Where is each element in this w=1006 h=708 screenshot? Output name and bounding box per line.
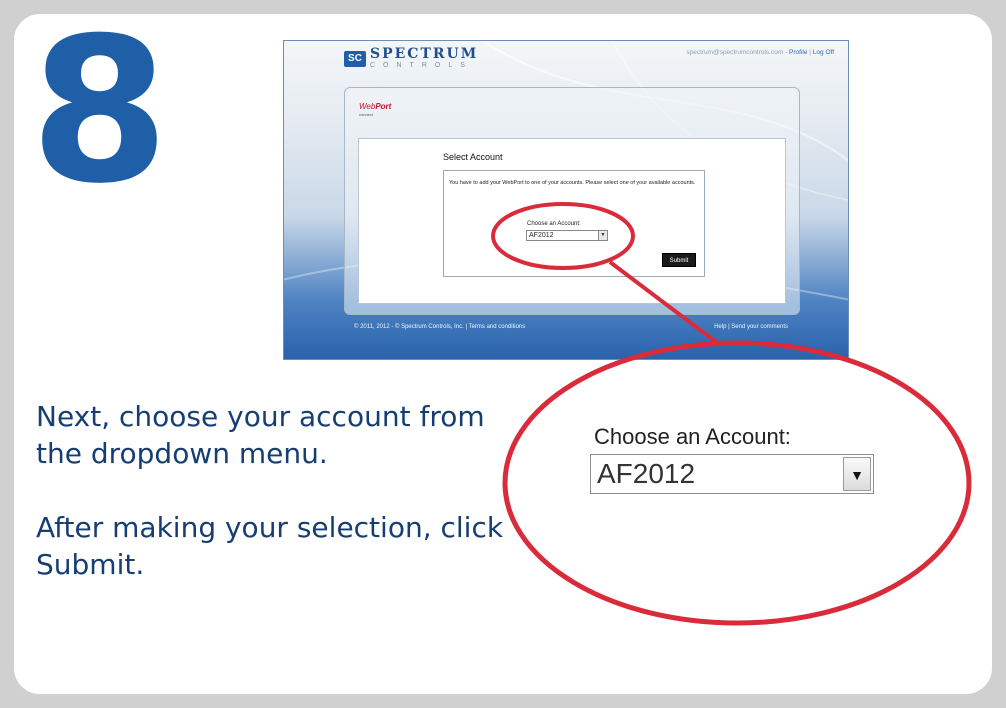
account-message: You have to add your WebPort to one of y… — [449, 180, 696, 186]
webport-screenshot: SC SPECTRUM CONTROLS spectrum@spectrumco… — [283, 40, 849, 360]
chevron-down-icon[interactable]: ▼ — [598, 231, 607, 240]
account-select-value: AF2012 — [529, 232, 554, 239]
zoom-choose-label: Choose an Account: — [594, 424, 791, 449]
chevron-down-icon[interactable]: ▼ — [843, 457, 871, 491]
top-links: spectrum@spectrumcontrols.com - Profile … — [686, 49, 834, 56]
panel-title: Select Account — [443, 152, 503, 162]
footer-copyright: © 2011, 2012 - © Spectrum Controls, Inc.… — [354, 324, 526, 330]
submit-button[interactable]: Submit — [662, 253, 696, 267]
webport-logo: WebPort — [359, 102, 391, 111]
spectrum-brand: SC SPECTRUM CONTROLS — [344, 47, 478, 70]
instructions: Next, choose your account from the dropd… — [36, 398, 506, 620]
portal-frame: WebPort connect Select Account You have … — [344, 87, 800, 315]
webport-logo-web: Web — [359, 102, 376, 111]
zoom-callout: Choose an Account: AF2012 ▼ — [506, 352, 968, 612]
spectrum-logo-icon: SC — [344, 50, 366, 67]
brand-sub: CONTROLS — [370, 62, 473, 69]
step-number: 8 — [30, 0, 170, 228]
account-select[interactable]: AF2012 ▼ — [526, 230, 608, 241]
webport-logo-sub: connect — [359, 112, 374, 117]
zoom-account-value: AF2012 — [597, 458, 696, 489]
select-account-panel: Select Account You have to add your WebP… — [358, 138, 786, 304]
instruction-1: Next, choose your account from the dropd… — [36, 400, 485, 470]
logoff-link[interactable]: Log Off — [813, 49, 834, 56]
account-form: You have to add your WebPort to one of y… — [443, 170, 705, 277]
choose-account-label: Choose an Account: — [527, 221, 581, 227]
user-email: spectrum@spectrumcontrols.com — [686, 49, 784, 56]
footer-links[interactable]: Help | Send your comments — [714, 324, 788, 330]
zoom-account-select[interactable]: AF2012 ▼ — [590, 454, 874, 494]
profile-link[interactable]: Profile — [789, 49, 807, 56]
webport-logo-port: Port — [375, 102, 392, 111]
brand-name: SPECTRUM — [370, 46, 479, 62]
instruction-2: After making your selection, click Submi… — [36, 511, 504, 581]
